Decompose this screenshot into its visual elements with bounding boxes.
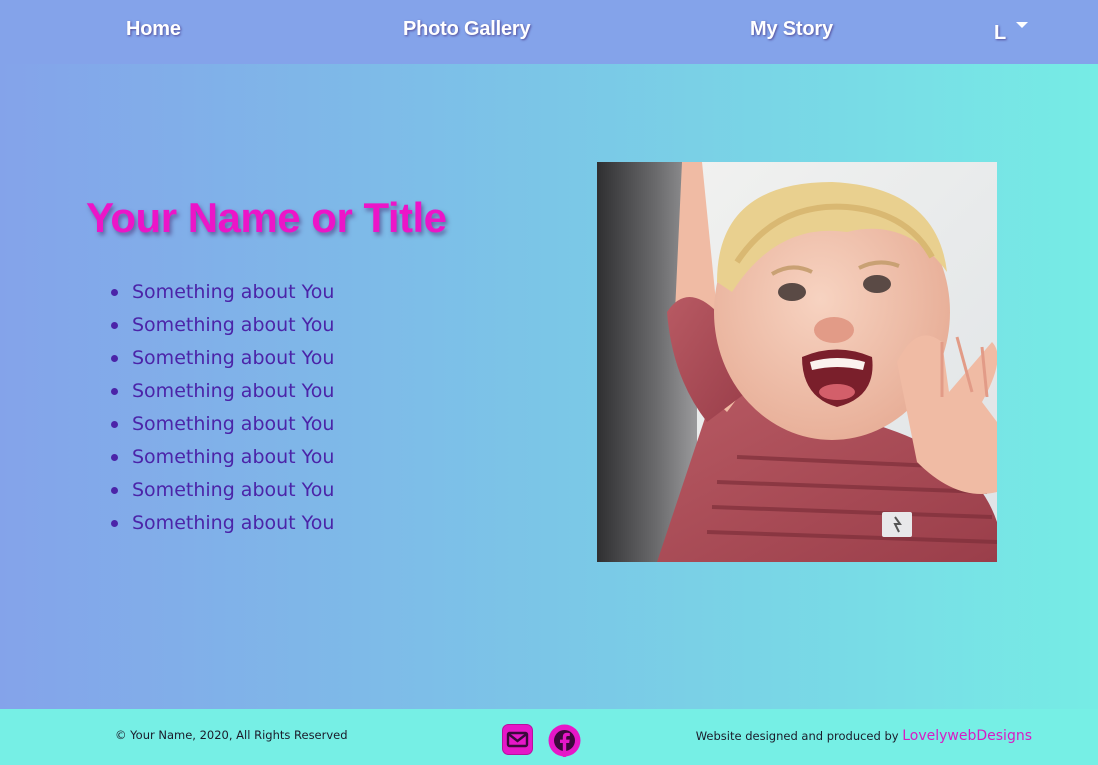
child-photo-icon [597,162,997,562]
main-content: Your Name or Title Something about You S… [0,64,1098,709]
nav-dropdown[interactable]: L [994,18,1029,48]
about-list-item: Something about You [110,309,334,342]
copyright-text: © Your Name, 2020, All Rights Reserved [115,728,348,742]
about-list-item: Something about You [110,507,334,540]
footer-credit: Website designed and produced by Lovelyw… [696,728,1032,744]
about-list-item: Something about You [110,342,334,375]
facebook-icon[interactable] [548,724,581,762]
about-list-item: Something about You [110,375,334,408]
nav-photo-gallery-link[interactable]: Photo Gallery [403,18,531,41]
nav-home-link[interactable]: Home [126,18,181,41]
about-list: Something about You Something about You … [110,276,334,540]
about-list-item: Something about You [110,276,334,309]
footer: © Your Name, 2020, All Rights Reserved W… [0,709,1098,765]
lovelywebdesigns-link[interactable]: LovelywebDesigns [902,728,1032,744]
credit-prefix: Website designed and produced by [695,729,899,743]
nav-dropdown-label: L [994,21,1007,44]
email-icon[interactable] [502,724,533,760]
navbar: Home Photo Gallery My Story L [0,0,1098,64]
nav-my-story-link[interactable]: My Story [750,18,833,41]
caret-down-icon [1016,22,1029,28]
page-title: Your Name or Title [86,194,447,241]
about-list-item: Something about You [110,474,334,507]
about-list-item: Something about You [110,408,334,441]
profile-photo [597,162,997,562]
about-list-item: Something about You [110,441,334,474]
